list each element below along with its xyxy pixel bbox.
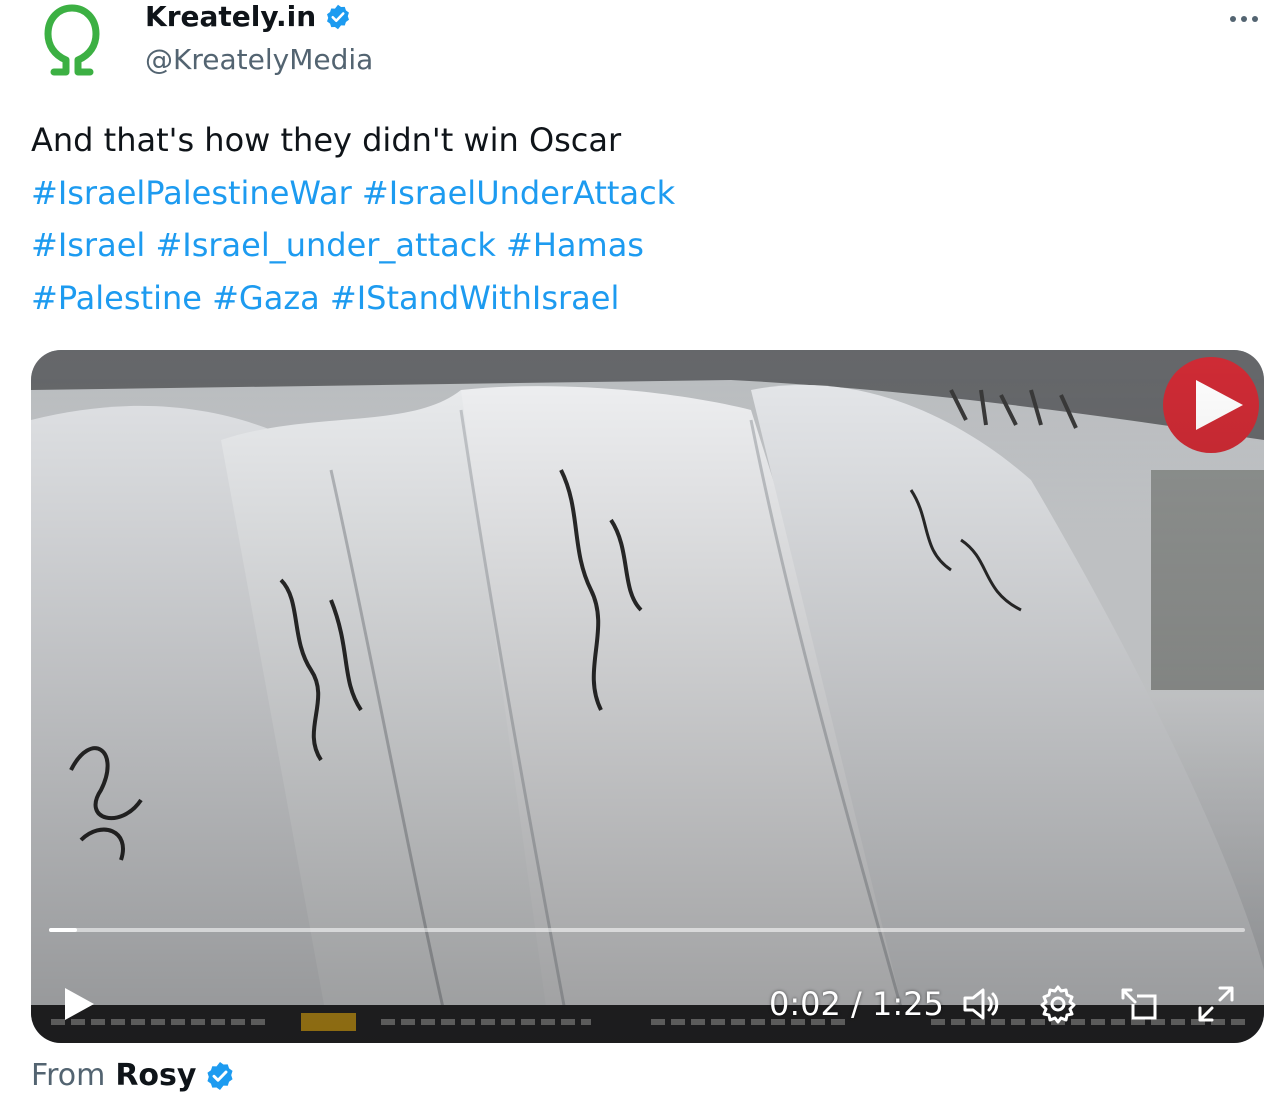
volume-icon[interactable] [959,982,1003,1026]
hashtag-link[interactable]: #Israel_under_attack [155,226,495,264]
author-display-name[interactable]: Kreately.in [145,2,352,32]
tweet-text-segment [202,279,212,317]
omega-logo-icon [44,4,100,76]
more-options-icon[interactable] [1226,5,1262,29]
verified-badge-icon [207,1062,233,1090]
tweet-text-segment [352,174,362,212]
tweet-text: And that's how they didn't win Oscar #Isr… [31,114,1251,324]
tweet-text-line: #IsraelPalestineWar #IsraelUnderAttack [31,167,1251,220]
author-handle[interactable]: @KreatelyMedia [145,44,373,76]
hashtag-link[interactable]: #IsraelUnderAttack [362,174,675,212]
video-progress-fill [49,928,78,932]
verified-badge-icon [327,4,350,30]
video-source-attribution: From Rosy [31,1056,236,1096]
video-player[interactable]: 0:02 / 1:25 [31,350,1264,1043]
pip-icon[interactable] [1117,982,1161,1026]
tweet-text-line: And that's how they didn't win Oscar [31,114,1251,167]
hashtag-link[interactable]: #Palestine [31,279,202,317]
author-avatar[interactable] [40,0,104,78]
video-time-display: 0:02 / 1:25 [769,985,944,1023]
play-icon[interactable] [61,984,97,1024]
tweet-text-segment: And that's how they didn't win Oscar [31,121,622,159]
hashtag-link[interactable]: #IsraelPalestineWar [31,174,352,212]
settings-icon[interactable] [1036,982,1080,1026]
video-progress-bar[interactable] [49,928,1245,932]
hashtag-link[interactable]: #Israel [31,226,145,264]
hashtag-link[interactable]: #Hamas [506,226,644,264]
source-account-name[interactable]: Rosy [115,1056,196,1096]
video-frame [31,350,1264,1043]
fullscreen-icon[interactable] [1194,982,1238,1026]
video-controls: 0:02 / 1:25 [31,960,1264,1030]
hashtag-link[interactable]: #Gaza [212,279,320,317]
author-name-text: Kreately.in [145,0,317,33]
from-label: From [31,1058,106,1093]
tweet-text-segment [145,226,155,264]
tweet-text-segment [496,226,506,264]
tweet-text-line: #Palestine #Gaza #IStandWithIsrael [31,272,1251,325]
tweet-header: Kreately.in @KreatelyMedia [0,0,1280,100]
hashtag-link[interactable]: #IStandWithIsrael [330,279,619,317]
tweet-text-segment [320,279,330,317]
tweet-text-line: #Israel #Israel_under_attack #Hamas [31,219,1251,272]
